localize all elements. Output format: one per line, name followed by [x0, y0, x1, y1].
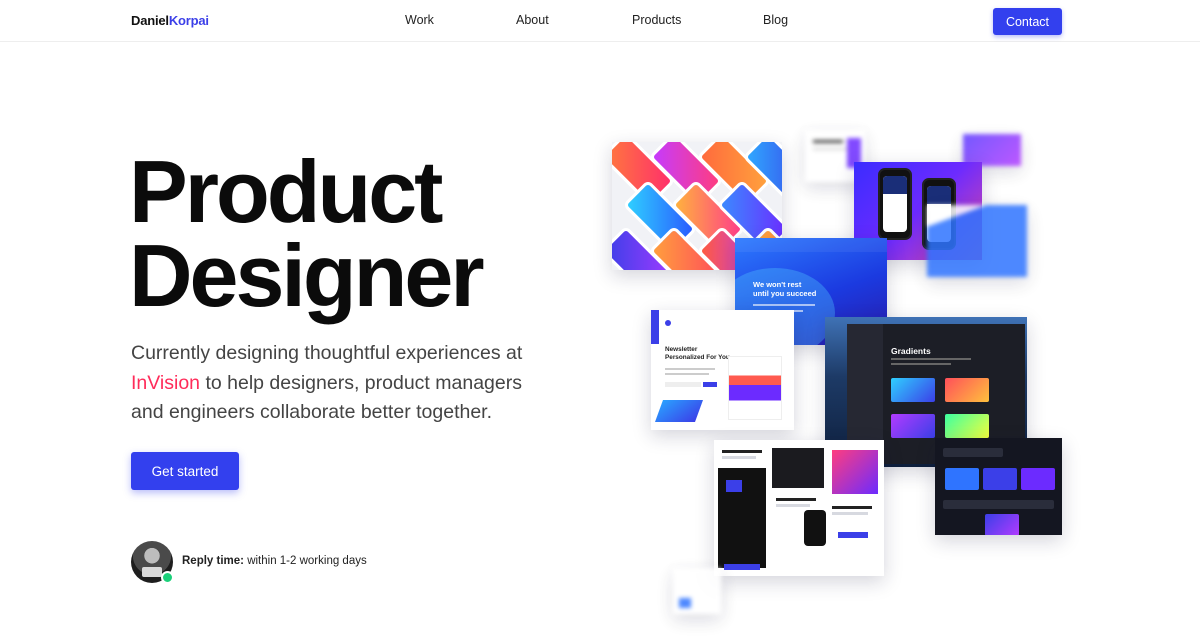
- newsletter-heading-line-1: Newsletter: [665, 346, 698, 353]
- logo[interactable]: DanielKorpai: [131, 13, 209, 28]
- hero-description: Currently designing thoughtful experienc…: [131, 339, 551, 428]
- nav-link-products[interactable]: Products: [632, 13, 681, 27]
- hero-title-line-1: Product: [129, 142, 443, 241]
- reply-time: Reply time: within 1-2 working days: [182, 555, 367, 567]
- logo-first-name: Daniel: [131, 13, 169, 28]
- top-nav: DanielKorpai Work About Products Blog Co…: [0, 0, 1200, 42]
- hero-title-line-2: Designer: [129, 226, 485, 325]
- reply-time-value: within 1-2 working days: [244, 555, 367, 567]
- hero-description-start: Currently designing thoughtful experienc…: [131, 342, 523, 364]
- reply-time-label: Reply time:: [182, 555, 244, 567]
- newsletter-heading: Newsletter Personalized For You: [665, 346, 730, 362]
- online-status-icon: [161, 571, 174, 584]
- nav-link-work[interactable]: Work: [405, 13, 434, 27]
- contact-button[interactable]: Contact: [993, 8, 1062, 35]
- hero-title: Product Designer: [129, 142, 485, 325]
- blue-card-heading-line-2: until you succeed: [753, 289, 817, 298]
- newsletter-heading-line-2: Personalized For You: [665, 354, 730, 361]
- collage-card-small-bottom: [673, 568, 721, 614]
- collage-card-small-blue: [927, 205, 1027, 277]
- phone-mockup: [878, 168, 912, 240]
- gradients-card-title: Gradients: [891, 346, 931, 356]
- logo-last-name: Korpai: [168, 13, 209, 28]
- get-started-button[interactable]: Get started: [131, 452, 239, 490]
- blue-card-heading: We won't rest until you succeed: [753, 280, 816, 298]
- nav-link-blog[interactable]: Blog: [763, 13, 788, 27]
- blue-card-heading-line-1: We won't rest: [753, 280, 802, 289]
- portfolio-collage: We won't rest until you succeed Newslett…: [600, 110, 1200, 637]
- laptop-graphic: [142, 567, 162, 577]
- invision-brand-text: InVision: [131, 371, 201, 394]
- collage-card-web-mockups: [714, 440, 884, 576]
- nav-link-about[interactable]: About: [516, 13, 549, 27]
- collage-card-newsletter: Newsletter Personalized For You: [651, 310, 794, 430]
- avatar: [131, 541, 174, 584]
- collage-card-dark-dashboard: [935, 438, 1062, 535]
